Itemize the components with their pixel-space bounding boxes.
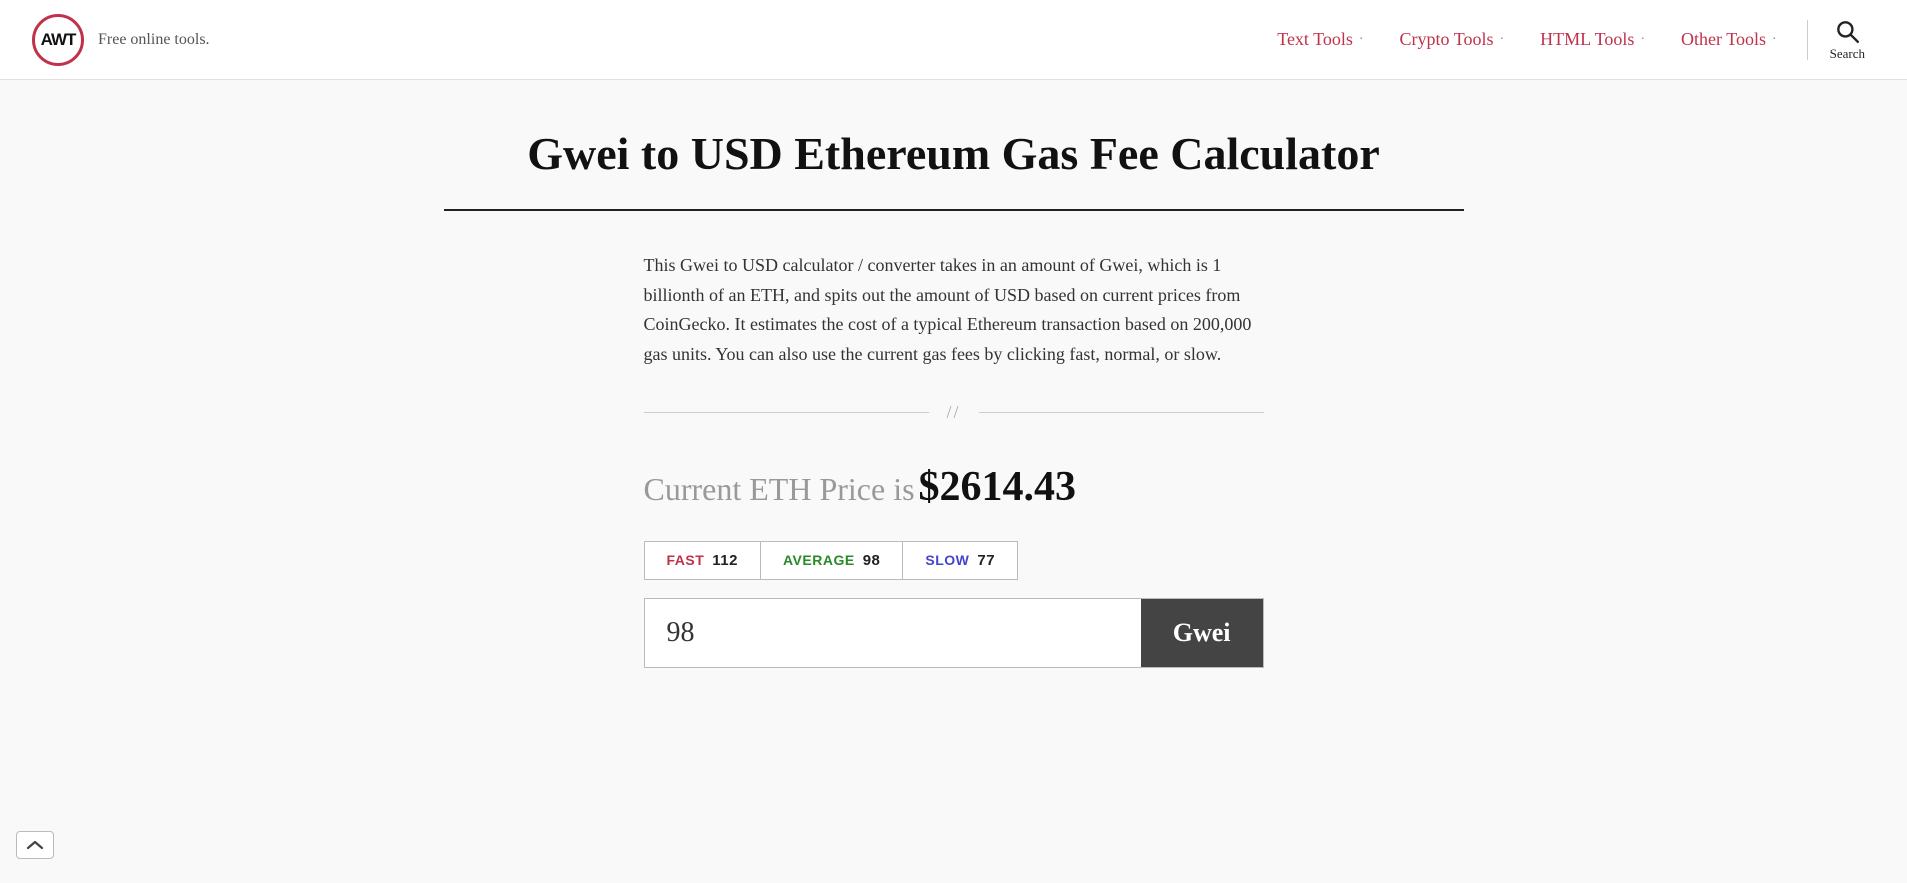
site-logo[interactable]: AWT Free online tools. <box>32 14 210 66</box>
gas-buttons-row: FAST 112 AVERAGE 98 SLOW 77 <box>644 541 1264 580</box>
slow-value: 77 <box>977 552 995 569</box>
site-tagline: Free online tools. <box>98 31 210 49</box>
gwei-input-row: Gwei <box>644 598 1264 668</box>
nav-html-tools[interactable]: HTML Tools · <box>1522 29 1663 50</box>
divider-symbol: // <box>947 402 961 423</box>
nav-dot-2: · <box>1499 32 1504 48</box>
gas-fast-button[interactable]: FAST 112 <box>644 541 760 580</box>
title-section: Gwei to USD Ethereum Gas Fee Calculator <box>444 80 1464 211</box>
nav-other-tools[interactable]: Other Tools · <box>1663 29 1795 50</box>
page-description: This Gwei to USD calculator / converter … <box>644 251 1264 370</box>
chevron-up-icon <box>26 838 44 852</box>
average-value: 98 <box>863 552 881 569</box>
nav-dot-4: · <box>1772 32 1777 48</box>
divider-section: // <box>644 402 1264 423</box>
logo-icon: AWT <box>32 14 84 66</box>
divider-line-left <box>644 412 929 413</box>
search-button[interactable]: Search <box>1820 12 1875 68</box>
slow-label: SLOW <box>925 552 969 568</box>
fast-value: 112 <box>712 552 738 569</box>
nav-divider <box>1807 20 1808 60</box>
search-icon <box>1834 18 1860 44</box>
main-nav: Text Tools · Crypto Tools · HTML Tools ·… <box>1259 12 1875 68</box>
average-label: AVERAGE <box>783 552 855 568</box>
page-title: Gwei to USD Ethereum Gas Fee Calculator <box>444 128 1464 181</box>
nav-dot-1: · <box>1359 32 1364 48</box>
gas-average-button[interactable]: AVERAGE 98 <box>760 541 903 580</box>
eth-price-value: $2614.43 <box>919 464 1077 510</box>
gwei-unit-label: Gwei <box>1141 599 1263 667</box>
eth-price-label: Current ETH Price is <box>644 471 915 507</box>
nav-crypto-tools[interactable]: Crypto Tools · <box>1382 29 1523 50</box>
scroll-up-button[interactable] <box>16 831 54 859</box>
eth-price-section: Current ETH Price is $2614.43 <box>644 463 1264 511</box>
nav-dot-3: · <box>1640 32 1645 48</box>
gwei-input[interactable] <box>645 599 1141 667</box>
gas-slow-button[interactable]: SLOW 77 <box>903 541 1018 580</box>
nav-text-tools[interactable]: Text Tools · <box>1259 29 1381 50</box>
divider-line-right <box>979 412 1264 413</box>
search-label: Search <box>1830 46 1865 62</box>
fast-label: FAST <box>667 552 705 568</box>
